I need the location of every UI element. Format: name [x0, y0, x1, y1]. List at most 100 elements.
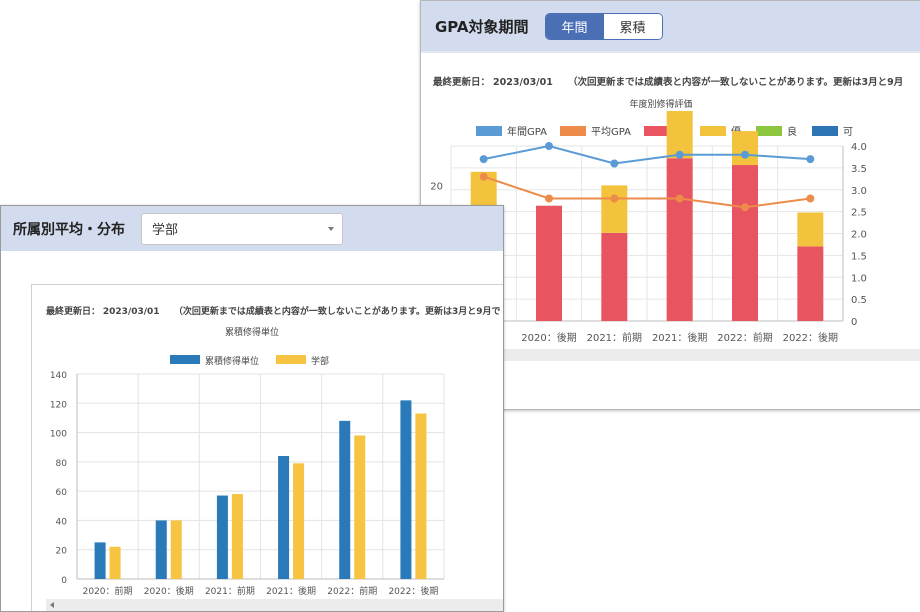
right-tick-label: 2.5 [851, 208, 867, 219]
dept-chart-card: 最終更新日： 2023/03/01 （次回更新までは成績表と内容が一致しないこと… [31, 284, 503, 611]
right-tick-label: 2.0 [851, 230, 867, 241]
y-tick-label: 20 [56, 547, 68, 557]
bar-学部-2 [231, 494, 243, 579]
legend-swatch-2 [644, 126, 670, 136]
y-tick-label: 60 [56, 488, 68, 498]
legend-label-0: 累積修得単位 [205, 355, 259, 367]
legend-swatch-1 [276, 355, 306, 364]
dept-chart-title: 累積修得単位 [224, 328, 279, 338]
x-tick-label: 2020：前期 [83, 585, 133, 597]
bar-秀-5 [797, 246, 824, 321]
x-tick-label: 2020：後期 [144, 585, 194, 597]
y-tick-label: 140 [50, 371, 67, 381]
legend-swatch-3 [700, 126, 726, 136]
gpa-chart-title: 年度別修得評価 [629, 100, 693, 110]
bar-学部-4 [354, 435, 366, 579]
point-1-0 [479, 172, 488, 181]
right-tick-label: 4.0 [851, 142, 867, 153]
bar-累積修得単位-4 [339, 420, 351, 579]
right-tick-label: 3.5 [851, 164, 867, 175]
x-tick-label: 2020：後期 [521, 331, 576, 344]
bar-累積修得単位-2 [216, 495, 228, 579]
bar-秀-3 [666, 158, 693, 321]
tab-annual[interactable]: 年間 [545, 13, 604, 39]
chevron-down-icon [328, 226, 334, 231]
point-1-1 [545, 194, 553, 203]
gpa-horizontal-scrollbar[interactable] [451, 349, 920, 361]
right-tick-label: 3.0 [851, 186, 867, 197]
bar-累積修得単位-1 [155, 520, 167, 579]
bar-累積修得単位-3 [278, 456, 290, 579]
bar-秀-2 [601, 232, 628, 321]
dept-chart: 累積修得単位 学部 0 20 40 60 80 100 120 140 2020：前期 2020：後期… [50, 355, 445, 597]
right-tick-label: 1.5 [851, 251, 867, 262]
legend-swatch-1 [560, 126, 586, 136]
y-tick-label: 120 [50, 400, 67, 410]
x-tick-label: 2022：後期 [388, 585, 438, 597]
point-0-0 [479, 155, 488, 164]
x-tick-label: 2022：後期 [783, 331, 838, 344]
bar-学部-5 [415, 413, 427, 579]
point-1-4 [741, 203, 749, 212]
point-0-4 [741, 150, 749, 159]
legend-label-5: 可 [843, 127, 853, 138]
point-1-3 [675, 194, 684, 203]
bar-秀-1 [536, 205, 562, 321]
x-tick-label: 2021：前期 [205, 585, 255, 597]
gpa-updated-label: 最終更新日： [433, 77, 491, 88]
bar-優-4 [732, 131, 758, 166]
y-tick-label: 100 [50, 430, 67, 440]
bar-学部-1 [170, 520, 182, 579]
legend-label-1: 学部 [311, 355, 329, 367]
bar-優-5 [797, 212, 824, 247]
dept-update-notice: （次回更新までは成績表と内容が一致しないことがあります。更新は3月と9月で [173, 307, 501, 317]
dept-panel: 所属別平均・分布 学部 最終更新日： 2023/03/01 （次回更新までは成績… [0, 205, 504, 612]
dept-updated-label: 最終更新日： [46, 307, 101, 317]
x-tick-label: 2022：前期 [717, 331, 772, 344]
point-1-5 [806, 194, 815, 203]
affiliation-select[interactable]: 学部 [141, 212, 343, 245]
gpa-update-info: 最終更新日： 2023/03/01 （次回更新までは成績表と内容が一致しないこと… [433, 74, 903, 88]
right-tick-label: 0 [851, 317, 857, 328]
dept-update-info: 最終更新日： 2023/03/01 （次回更新までは成績表と内容が一致しないこと… [46, 304, 501, 317]
affiliation-select-value: 学部 [152, 223, 179, 238]
x-tick-label: 2021：前期 [587, 331, 642, 344]
dept-panel-title: 所属別平均・分布 [13, 221, 125, 238]
bar-累積修得単位-5 [400, 400, 412, 579]
bar-優-2 [601, 185, 628, 233]
point-0-3 [675, 150, 684, 159]
bar-学部-0 [109, 546, 121, 579]
gpa-panel-title: GPA対象期間 [435, 17, 529, 36]
dept-panel-header: 所属別平均・分布 学部 [1, 206, 503, 251]
legend-label-1: 平均GPA [591, 126, 631, 138]
legend-swatch-0 [170, 355, 200, 364]
legend-label-0: 年間GPA [507, 125, 547, 138]
x-tick-label: 2021：後期 [266, 585, 316, 597]
y-tick-label: 40 [56, 517, 68, 527]
point-0-1 [545, 142, 553, 150]
right-tick-label: 0.5 [851, 295, 867, 306]
x-tick-label: 2021：後期 [652, 331, 707, 344]
y-tick-label: 80 [56, 459, 68, 469]
legend-swatch-0 [476, 126, 502, 136]
gpa-panel-header: GPA対象期間 年間 累積 [421, 1, 920, 51]
legend-label-4: 良 [787, 125, 797, 138]
right-tick-label: 1.0 [851, 273, 867, 284]
left-tick-label: 20 [430, 181, 443, 192]
dept-updated-date: 2023/03/01 [102, 307, 160, 317]
scroll-left-arrow-icon[interactable] [50, 602, 54, 608]
period-toggle: 年間 累積 [544, 12, 663, 40]
legend-swatch-5 [812, 126, 838, 136]
point-0-2 [610, 159, 619, 168]
bar-学部-3 [293, 463, 305, 579]
point-0-5 [806, 155, 815, 164]
x-tick-label: 2022：前期 [327, 585, 377, 597]
bar-累積修得単位-0 [94, 542, 106, 579]
gpa-update-notice: （次回更新までは成績表と内容が一致しないことがあります。更新は3月と9月 [567, 77, 904, 88]
tab-cumulative[interactable]: 累積 [603, 13, 662, 39]
gpa-updated-date: 2023/03/01 [493, 77, 553, 88]
dept-horizontal-scrollbar[interactable] [46, 599, 503, 611]
bar-秀-4 [732, 165, 758, 321]
y-tick-label: 0 [61, 576, 67, 586]
legend-swatch-4 [756, 126, 782, 136]
